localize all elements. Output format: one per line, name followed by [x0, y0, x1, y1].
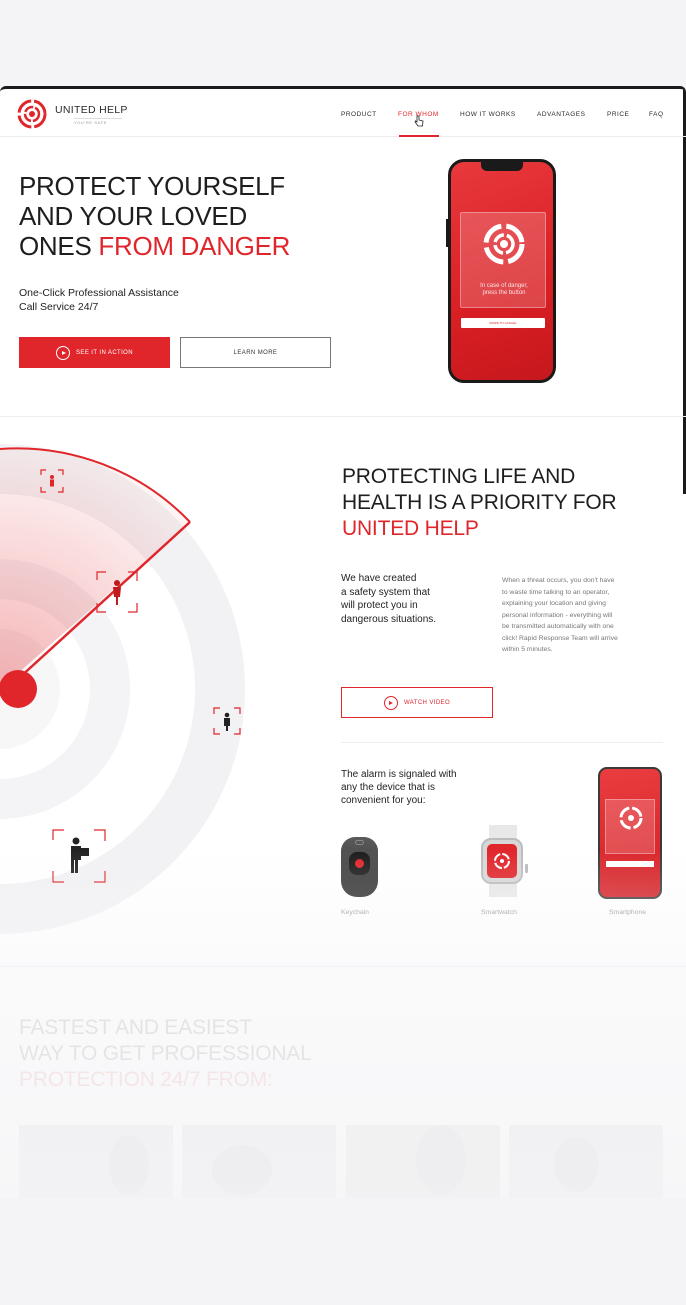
section-divider	[0, 416, 686, 417]
body-line2: to waste time talking to an operator,	[502, 588, 610, 596]
device-label-smartphone: Smartphone	[609, 909, 647, 916]
lead-line4: dangerous situations.	[341, 613, 437, 625]
phone-swipe-bar: SWIPE TO CANCEL	[461, 318, 545, 328]
phone-notch	[481, 162, 523, 171]
hero-title-line2: AND YOUR LOVED	[19, 201, 247, 231]
keychain-button	[349, 852, 370, 875]
content-divider	[341, 742, 663, 743]
keychain-ring-hole	[355, 840, 364, 845]
top-nav: UNITED HELP YOU'RE SAFE PRODUCT FOR WHOM…	[0, 89, 686, 137]
phone-alert-line1: In case of danger,	[480, 283, 528, 289]
photo-figure	[212, 1145, 272, 1195]
hero-title-highlight: FROM DANGER	[98, 231, 291, 261]
audience-photo-tile[interactable]	[509, 1125, 663, 1198]
body-line5: be transmitted automatically with one	[502, 623, 614, 630]
learn-more-label: LEARN MORE	[233, 349, 278, 356]
section2-title-highlight: UNITED HELP	[342, 517, 479, 540]
target-elderly-icon	[213, 707, 241, 735]
panic-button-icon	[483, 223, 525, 265]
nav-item-how-it-works[interactable]: HOW IT WORKS	[460, 111, 516, 118]
audience-photo-tile[interactable]	[182, 1125, 336, 1198]
body-line4: personal information - everything will	[502, 611, 613, 619]
phone-alert-line2: press the button	[482, 290, 526, 296]
section2-title-line1: PROTECTING LIFE AND	[342, 465, 576, 488]
watch-crown	[525, 864, 528, 873]
smartphone-alert-card	[605, 799, 655, 854]
phone-alert-card: In case of danger, press the button	[460, 212, 546, 308]
nav-item-faq[interactable]: FAQ	[649, 111, 664, 118]
nav-item-price[interactable]: PRICE	[607, 111, 629, 118]
smartphone-alarm-icon	[619, 806, 643, 830]
section2-body: When a threat occurs, you don't have to …	[502, 575, 642, 656]
active-nav-indicator	[399, 135, 439, 137]
watch-body	[481, 838, 528, 884]
lead-line1: We have created	[341, 573, 417, 584]
radar-graphic	[0, 444, 245, 934]
section2-lead: We have created a safety system that wil…	[341, 572, 471, 626]
alarm-line1: The alarm is signaled with	[341, 769, 457, 780]
smartphone-device-image	[598, 767, 662, 899]
body-line1: When a threat occurs, you don't have	[502, 577, 615, 584]
section2-title-line2: HEALTH IS A PRIORITY FOR	[342, 491, 617, 514]
phone-alert-text: In case of danger, press the button	[461, 283, 547, 297]
target-person-icon	[96, 571, 138, 613]
body-line3: explaining your location and giving	[502, 600, 606, 607]
watch-alarm-icon	[494, 853, 510, 869]
hero-title-line3: ONES	[19, 231, 99, 261]
photo-figure	[416, 1125, 466, 1195]
device-label-keychain: Keychain	[341, 909, 369, 916]
see-in-action-button[interactable]: SEE IT IN ACTION	[19, 337, 170, 368]
hero-subtitle: One-Click Professional Assistance Call S…	[19, 286, 179, 314]
lead-line2: a safety system that	[341, 586, 430, 598]
lead-line3: will protect you in	[341, 600, 418, 611]
browser-frame: UNITED HELP YOU'RE SAFE PRODUCT FOR WHOM…	[0, 86, 686, 1198]
device-label-smartwatch: Smartwatch	[481, 909, 517, 916]
smartphone-swipe-bar	[606, 861, 654, 867]
learn-more-button[interactable]: LEARN MORE	[180, 337, 331, 368]
section-divider	[0, 966, 686, 967]
target-courier-icon	[52, 829, 106, 883]
nav-item-product[interactable]: PRODUCT	[341, 111, 377, 118]
alarm-line2: any the device that is	[341, 782, 435, 793]
alarm-devices-intro: The alarm is signaled with any the devic…	[341, 768, 481, 807]
hero-title: PROTECT YOURSELF AND YOUR LOVED ONES FRO…	[19, 171, 290, 261]
section3-title-line1: FASTEST AND EASIEST	[19, 1016, 252, 1039]
smartwatch-device-image	[481, 825, 528, 897]
hero-subtitle-line2: Call Service 24/7	[19, 301, 99, 313]
body-line7: within 5 minutes.	[502, 646, 553, 653]
audience-photo-tile[interactable]	[19, 1125, 173, 1198]
nav-item-advantages[interactable]: ADVANTAGES	[537, 111, 585, 118]
hand-cursor-icon	[414, 115, 424, 127]
watch-video-label: WATCH VIDEO	[403, 699, 451, 706]
brand-tagline: YOU'RE SAFE	[74, 118, 122, 125]
section3-title-highlight: PROTECTION 24/7 FROM:	[19, 1068, 273, 1091]
photo-figure	[554, 1137, 599, 1192]
watch-video-button[interactable]: WATCH VIDEO	[341, 687, 493, 718]
photo-figure	[109, 1135, 149, 1195]
hero-title-line1: PROTECT YOURSELF	[19, 171, 285, 201]
section3-title: FASTEST AND EASIEST WAY TO GET PROFESSIO…	[19, 1015, 312, 1093]
alarm-line3: convenient for you:	[341, 795, 426, 806]
keychain-device-image	[341, 837, 378, 897]
see-in-action-label: SEE IT IN ACTION	[76, 349, 133, 356]
play-icon	[56, 345, 71, 360]
hero-phone-mockup: In case of danger, press the button SWIP…	[448, 159, 556, 383]
audience-photo-tile[interactable]	[346, 1125, 500, 1198]
watch-screen	[487, 844, 517, 878]
watch-strap-top	[489, 825, 517, 839]
watch-strap-bottom	[489, 883, 517, 897]
logo-icon[interactable]	[17, 99, 47, 129]
brand-name[interactable]: UNITED HELP	[55, 104, 128, 116]
target-child-icon	[40, 469, 64, 493]
body-line6: click! Rapid Response Team will arrive	[502, 634, 618, 642]
section2-title: PROTECTING LIFE AND HEALTH IS A PRIORITY…	[342, 464, 617, 542]
hero-subtitle-line1: One-Click Professional Assistance	[19, 287, 179, 299]
section3-title-line2: WAY TO GET PROFESSIONAL	[19, 1042, 312, 1065]
play-icon	[383, 695, 398, 710]
